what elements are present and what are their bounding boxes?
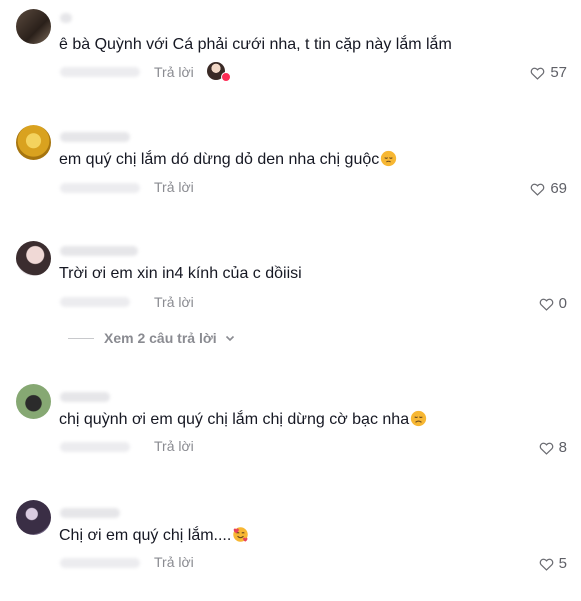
- username-blurred[interactable]: [60, 246, 138, 256]
- like-button[interactable]: 69: [530, 180, 567, 198]
- like-count: 0: [558, 295, 567, 312]
- reply-button[interactable]: Trả lời: [154, 553, 194, 571]
- comment-date-blurred: [60, 297, 130, 307]
- reply-button[interactable]: Trả lời: [154, 437, 194, 455]
- heart-outline-icon: [539, 558, 553, 571]
- heart-outline-icon: [539, 298, 553, 311]
- creator-liked-heart-badge: [221, 72, 231, 82]
- reply-button[interactable]: Trả lời: [154, 178, 194, 196]
- like-button[interactable]: 8: [539, 439, 567, 457]
- divider: [68, 337, 94, 339]
- comment-date-blurred: [60, 183, 140, 193]
- like-button[interactable]: 5: [539, 555, 567, 573]
- view-replies-label: Xem 2 câu trả lời: [104, 330, 217, 346]
- heart-outline-icon: [530, 67, 545, 80]
- username-blurred[interactable]: [60, 508, 120, 518]
- avatar[interactable]: [16, 384, 51, 419]
- avatar[interactable]: [16, 9, 51, 44]
- comment-date-blurred: [60, 442, 130, 452]
- comment-date-blurred: [60, 558, 140, 568]
- comment-text: Trời ơi em xin in4 kính của c dồiisi: [59, 265, 302, 282]
- like-count: 69: [550, 180, 567, 197]
- comment-text: chị quỳnh ơi em quý chị lắm chị dừng cờ …: [59, 410, 427, 430]
- avatar[interactable]: [16, 500, 51, 535]
- smiling-face-with-hearts-icon: [233, 527, 249, 542]
- heart-outline-icon: [530, 183, 545, 196]
- disappointed-face-icon: [410, 410, 427, 427]
- chevron-down-icon: [225, 335, 234, 342]
- avatar[interactable]: [16, 241, 51, 276]
- avatar[interactable]: [16, 125, 51, 160]
- comment-text: ê bà Quỳnh với Cá phải cưới nha, t tin c…: [59, 36, 452, 53]
- comment-text: em quý chị lắm dó dừng dỏ den nha chị gu…: [59, 150, 397, 170]
- like-button[interactable]: 57: [530, 64, 567, 82]
- pensive-face-icon: [381, 150, 397, 167]
- comment-text: Chị ơi em quý chị lắm....: [59, 526, 249, 546]
- like-count: 5: [558, 555, 567, 572]
- reply-button[interactable]: Trả lời: [154, 293, 194, 311]
- username-blurred[interactable]: [60, 13, 72, 23]
- comment-date-blurred: [60, 67, 140, 77]
- like-count: 57: [550, 64, 567, 81]
- username-blurred[interactable]: [60, 392, 110, 402]
- username-blurred[interactable]: [60, 132, 130, 142]
- heart-outline-icon: [539, 442, 553, 455]
- view-replies-button[interactable]: Xem 2 câu trả lời: [68, 330, 235, 346]
- like-button[interactable]: 0: [539, 295, 567, 313]
- like-count: 8: [558, 439, 567, 456]
- reply-button[interactable]: Trả lời: [154, 63, 194, 81]
